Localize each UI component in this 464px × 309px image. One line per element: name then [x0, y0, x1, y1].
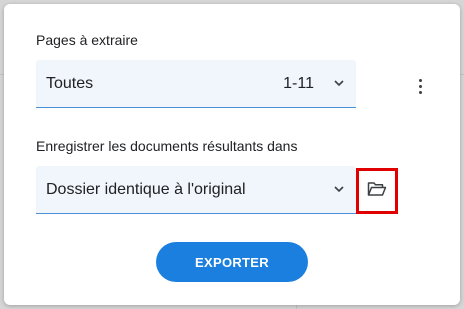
- save-location-value: Dossier identique à l'original: [46, 180, 246, 198]
- chevron-down-icon: [332, 183, 346, 197]
- export-button[interactable]: EXPORTER: [156, 242, 308, 282]
- save-location-label: Enregistrer les documents résultants dan…: [36, 138, 298, 154]
- chevron-down-icon: [332, 77, 346, 91]
- pages-select[interactable]: Toutes 1-11: [36, 60, 356, 108]
- save-location-select[interactable]: Dossier identique à l'original: [36, 166, 356, 214]
- export-dialog: Pages à extraire Toutes 1-11 Enregistrer…: [4, 4, 460, 305]
- pages-to-extract-label: Pages à extraire: [36, 32, 138, 48]
- folder-open-icon: [367, 181, 387, 202]
- more-options-icon[interactable]: [408, 74, 432, 98]
- pages-range: 1-11: [283, 74, 314, 92]
- pages-select-value: Toutes: [46, 74, 94, 92]
- browse-folder-button[interactable]: [356, 168, 398, 214]
